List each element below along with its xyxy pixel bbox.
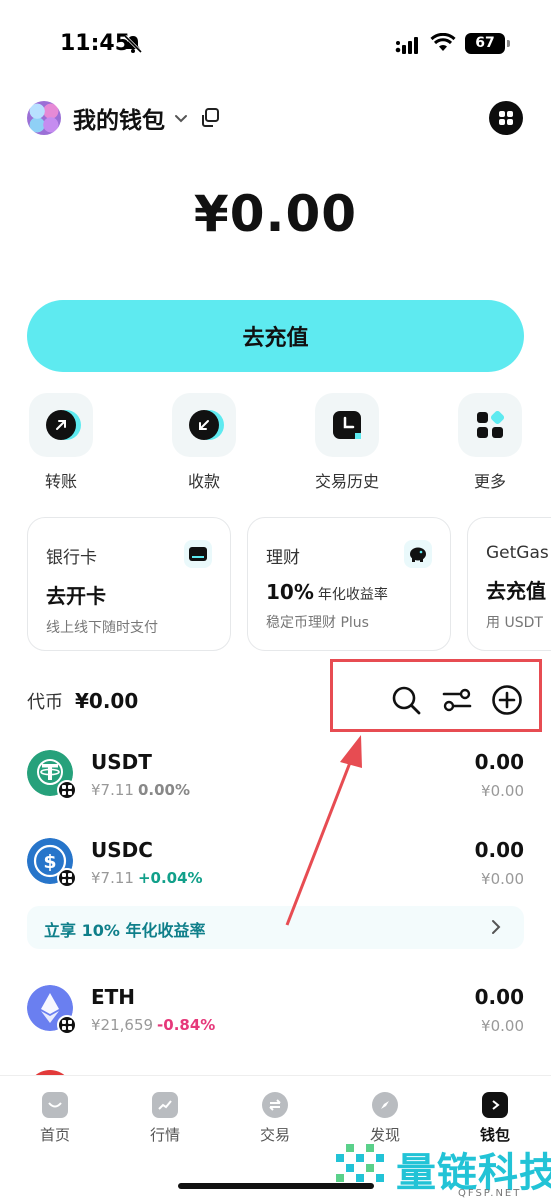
bell-off-icon bbox=[123, 34, 143, 54]
bank-card-icon bbox=[184, 540, 212, 568]
swap-icon bbox=[262, 1092, 288, 1118]
tab-market[interactable]: 行情 bbox=[125, 1092, 205, 1145]
card-main: 去开卡 bbox=[46, 584, 106, 608]
wealth-card[interactable]: 理财 10% 年化收益率 稳定币理财 Plus bbox=[247, 517, 451, 651]
wallet-icon bbox=[482, 1092, 508, 1118]
status-time: 11:45 bbox=[60, 31, 131, 56]
filter-icon[interactable] bbox=[441, 684, 473, 716]
search-icon[interactable] bbox=[390, 684, 422, 716]
status-bar: 11:45 67 bbox=[0, 0, 551, 80]
token-row[interactable]: USDT ¥7.11 0.00% 0.00 ¥0.00 bbox=[27, 750, 524, 810]
chain-badge-icon bbox=[57, 780, 77, 800]
tab-label: 首页 bbox=[39, 1126, 70, 1144]
token-section-label: 代币 bbox=[27, 692, 63, 713]
yield-suffix: 年化收益率 bbox=[317, 587, 388, 603]
avatar bbox=[27, 101, 61, 135]
wifi-icon bbox=[430, 33, 456, 51]
tab-label: 交易 bbox=[259, 1126, 290, 1144]
promo-cards: 银行卡 去开卡 线上线下随时支付 理财 10% 年化收益率 稳定币理财 Plus … bbox=[27, 517, 551, 651]
token-symbol: ETH bbox=[91, 985, 136, 1009]
card-main: 去充值 bbox=[486, 579, 546, 603]
battery-icon: 67 bbox=[465, 33, 510, 54]
chain-badge-icon bbox=[57, 868, 77, 888]
receive-label: 收款 bbox=[187, 472, 220, 491]
chevron-down-icon bbox=[175, 115, 187, 123]
chain-badge-icon bbox=[57, 1015, 77, 1035]
receive-tile bbox=[172, 393, 236, 457]
history-label: 交易历史 bbox=[314, 472, 379, 491]
card-main: 10% 年化收益率 bbox=[266, 580, 450, 604]
receive-arrow-icon bbox=[189, 410, 219, 440]
send-arrow-icon bbox=[46, 410, 76, 440]
watermark: 量链科技 QFSP.NET bbox=[330, 1136, 551, 1200]
token-change: 0.00% bbox=[137, 781, 190, 799]
watermark-logo bbox=[336, 1144, 384, 1182]
more-tile bbox=[458, 393, 522, 457]
getgas-card[interactable]: GetGas 去充值 用 USDT bbox=[467, 517, 551, 651]
token-total: ¥0.00 bbox=[75, 689, 139, 713]
wallet-name: 我的钱包 bbox=[73, 108, 165, 134]
history-icon bbox=[333, 411, 361, 439]
token-amount: 0.00 bbox=[474, 838, 524, 862]
token-change: -0.84% bbox=[157, 1016, 216, 1034]
token-price-line: ¥7.11 0.00% bbox=[91, 781, 190, 799]
token-amount: 0.00 bbox=[474, 985, 524, 1009]
token-change: +0.04% bbox=[137, 869, 203, 887]
wallet-selector[interactable]: 我的钱包 bbox=[27, 100, 221, 136]
yield-rate: 10% bbox=[266, 580, 314, 604]
receive-action[interactable]: 收款 bbox=[159, 393, 249, 492]
token-section-header: 代币 ¥0.00 bbox=[27, 688, 138, 714]
token-fiat: ¥0.00 bbox=[481, 782, 524, 800]
tab-trade[interactable]: 交易 bbox=[235, 1092, 315, 1145]
token-row[interactable]: $ USDC ¥7.11 +0.04% 0.00 ¥0.00 bbox=[27, 838, 524, 898]
transfer-tile bbox=[29, 393, 93, 457]
token-price: ¥21,659 bbox=[91, 1016, 154, 1034]
more-label: 更多 bbox=[473, 472, 506, 491]
bank-card-card[interactable]: 银行卡 去开卡 线上线下随时支付 bbox=[27, 517, 231, 651]
token-row[interactable]: ETH ¥21,659 -0.84% 0.00 ¥0.00 bbox=[27, 985, 524, 1045]
token-price-line: ¥7.11 +0.04% bbox=[91, 869, 203, 887]
token-price: ¥7.11 bbox=[91, 869, 134, 887]
signal-icon bbox=[395, 37, 418, 54]
more-grid-icon bbox=[477, 411, 504, 438]
market-icon bbox=[152, 1092, 178, 1118]
card-sub: 线上线下随时支付 bbox=[46, 620, 158, 636]
token-fiat: ¥0.00 bbox=[481, 870, 524, 888]
add-token-icon[interactable] bbox=[491, 684, 523, 716]
discover-icon bbox=[372, 1092, 398, 1118]
transfer-label: 转账 bbox=[44, 472, 77, 491]
card-sub: 稳定币理财 Plus bbox=[266, 615, 369, 631]
token-price: ¥7.11 bbox=[91, 781, 134, 799]
total-balance: ¥0.00 bbox=[193, 185, 358, 243]
token-amount: 0.00 bbox=[474, 750, 524, 774]
chevron-right-icon bbox=[492, 920, 501, 934]
apps-button[interactable] bbox=[489, 101, 523, 135]
copy-icon[interactable] bbox=[199, 107, 221, 129]
card-sub: 用 USDT bbox=[486, 615, 543, 631]
grid-icon bbox=[499, 111, 513, 125]
transfer-action[interactable]: 转账 bbox=[16, 393, 106, 492]
token-price-line: ¥21,659 -0.84% bbox=[91, 1016, 215, 1034]
token-fiat: ¥0.00 bbox=[481, 1017, 524, 1035]
quick-actions: 转账 收款 交易历史 更多 bbox=[0, 393, 551, 493]
svg-text:$: $ bbox=[43, 851, 56, 873]
card-title: GetGas bbox=[486, 543, 549, 563]
token-symbol: USDT bbox=[91, 750, 152, 774]
piggy-bank-icon bbox=[404, 540, 432, 568]
more-action[interactable]: 更多 bbox=[445, 393, 535, 492]
history-action[interactable]: 交易历史 bbox=[302, 393, 392, 492]
tab-label: 行情 bbox=[149, 1126, 180, 1144]
yield-banner-text: 立享 10% 年化收益率 bbox=[44, 921, 206, 940]
yield-banner[interactable]: 立享 10% 年化收益率 bbox=[27, 906, 524, 949]
home-icon bbox=[42, 1092, 68, 1118]
history-tile bbox=[315, 393, 379, 457]
tab-home[interactable]: 首页 bbox=[15, 1092, 95, 1145]
token-symbol: USDC bbox=[91, 838, 153, 862]
watermark-sub: QFSP.NET bbox=[458, 1188, 522, 1199]
deposit-button[interactable]: 去充值 bbox=[27, 300, 524, 372]
